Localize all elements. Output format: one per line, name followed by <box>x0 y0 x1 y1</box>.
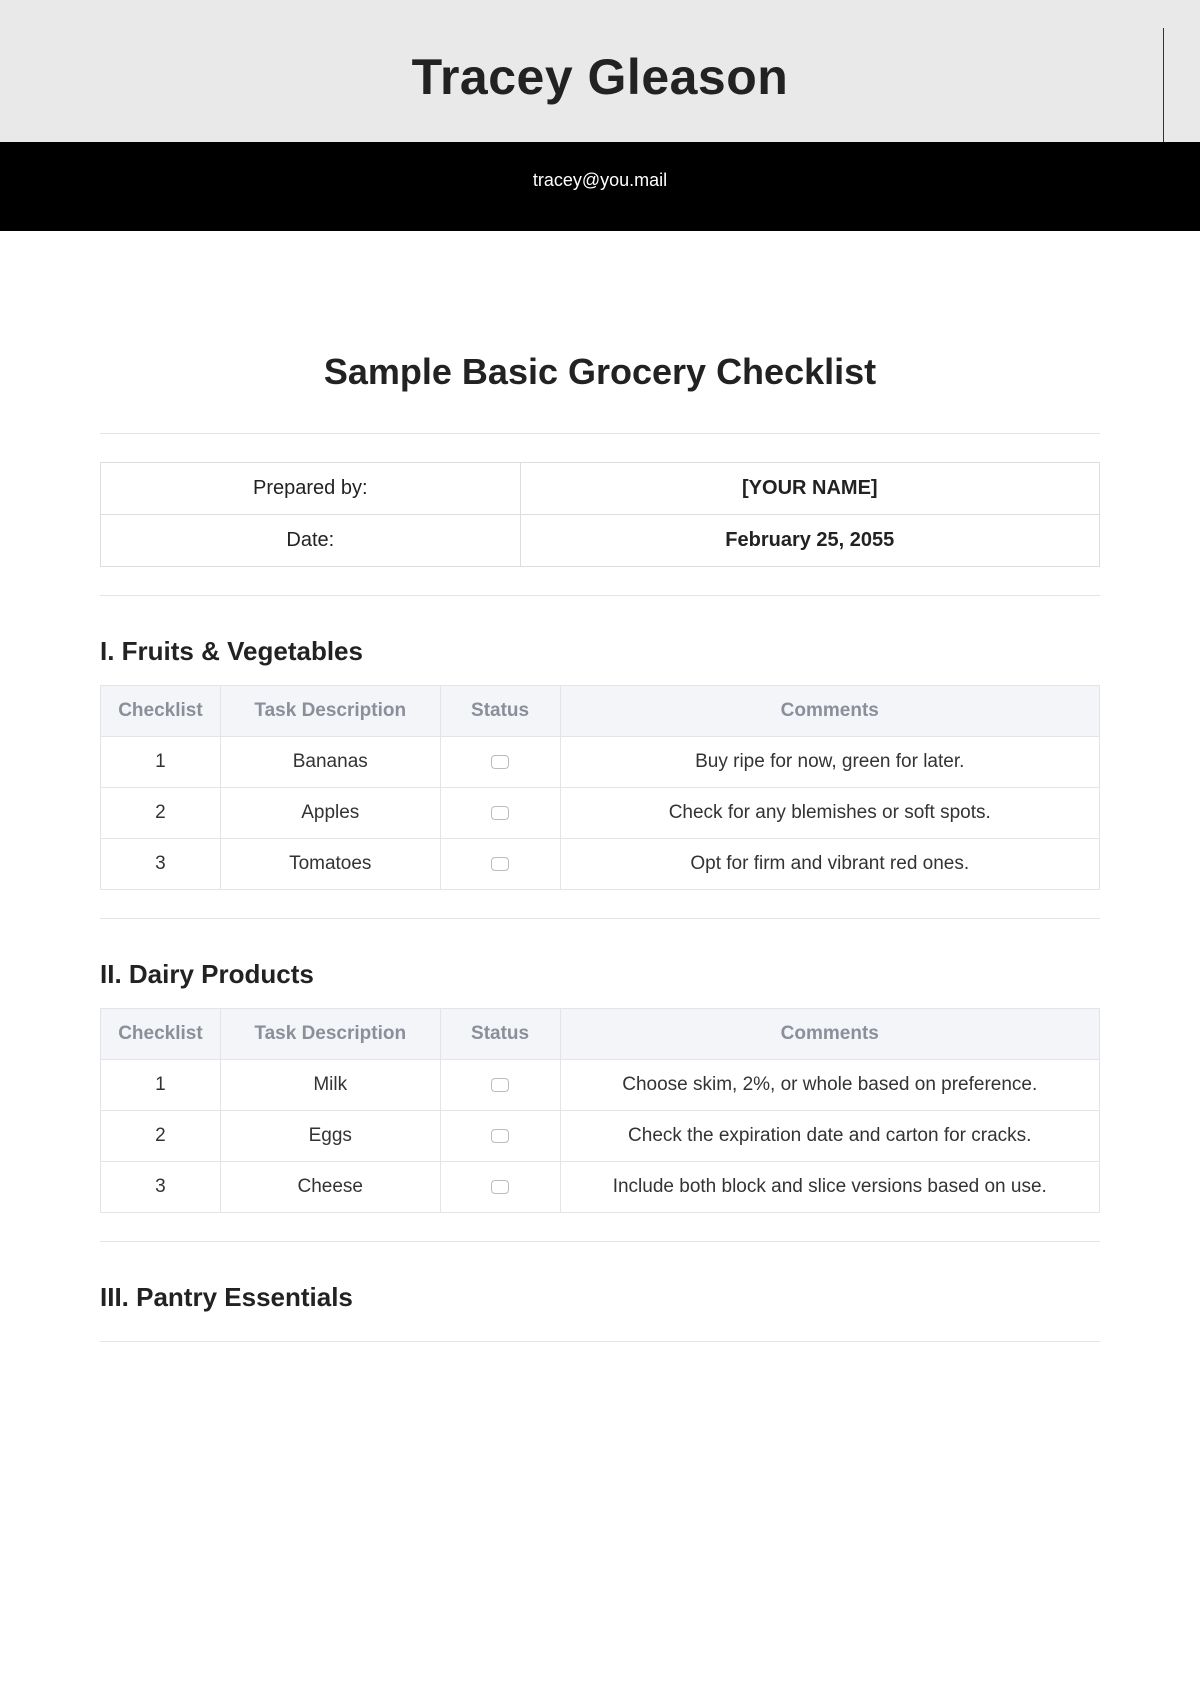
cell-checklist-number: 1 <box>101 1060 221 1111</box>
cell-comments: Check for any blemishes or soft spots. <box>560 788 1099 839</box>
cell-checklist-number: 1 <box>101 737 221 788</box>
author-name: Tracey Gleason <box>0 48 1200 106</box>
cell-comments: Check the expiration date and carton for… <box>560 1111 1099 1162</box>
cell-checklist-number: 3 <box>101 839 221 890</box>
divider <box>100 1341 1100 1342</box>
cell-status <box>440 1162 560 1213</box>
section-heading: I. Fruits & Vegetables <box>100 636 1100 667</box>
meta-value-prepared-by: [YOUR NAME] <box>520 463 1099 515</box>
document-body: Sample Basic Grocery Checklist Prepared … <box>0 351 1200 1430</box>
column-header-comments: Comments <box>560 1009 1099 1060</box>
status-checkbox[interactable] <box>491 1129 509 1143</box>
table-row: 1Bananas Buy ripe for now, green for late… <box>101 737 1100 788</box>
status-checkbox[interactable] <box>491 755 509 769</box>
cell-status <box>440 737 560 788</box>
cell-status <box>440 1060 560 1111</box>
table-row: 1Milk Choose skim, 2%, or whole based on … <box>101 1060 1100 1111</box>
cell-task-description: Eggs <box>220 1111 440 1162</box>
cell-comments: Buy ripe for now, green for later. <box>560 737 1099 788</box>
cell-checklist-number: 2 <box>101 788 221 839</box>
status-checkbox[interactable] <box>491 1078 509 1092</box>
checklist-table: ChecklistTask DescriptionStatusComments1… <box>100 685 1100 890</box>
table-row: 3Cheese Include both block and slice vers… <box>101 1162 1100 1213</box>
author-email: tracey@you.mail <box>533 170 667 190</box>
cell-task-description: Tomatoes <box>220 839 440 890</box>
table-row: 2Eggs Check the expiration date and carto… <box>101 1111 1100 1162</box>
cell-comments: Choose skim, 2%, or whole based on prefe… <box>560 1060 1099 1111</box>
table-row: 2Apples Check for any blemishes or soft s… <box>101 788 1100 839</box>
cell-task-description: Bananas <box>220 737 440 788</box>
cell-checklist-number: 3 <box>101 1162 221 1213</box>
status-checkbox[interactable] <box>491 857 509 871</box>
table-row: 3Tomatoes Opt for firm and vibrant red on… <box>101 839 1100 890</box>
column-header-status: Status <box>440 686 560 737</box>
meta-table: Prepared by: [YOUR NAME] Date: February … <box>100 462 1100 567</box>
cell-status <box>440 839 560 890</box>
header-top: Tracey Gleason <box>0 0 1200 142</box>
meta-row-prepared-by: Prepared by: [YOUR NAME] <box>101 463 1100 515</box>
meta-value-date: February 25, 2055 <box>520 515 1099 567</box>
divider <box>100 595 1100 596</box>
header-email-bar: tracey@you.mail <box>0 142 1200 231</box>
cell-checklist-number: 2 <box>101 1111 221 1162</box>
column-header-task: Task Description <box>220 1009 440 1060</box>
column-header-comments: Comments <box>560 686 1099 737</box>
cell-comments: Include both block and slice versions ba… <box>560 1162 1099 1213</box>
cell-comments: Opt for firm and vibrant red ones. <box>560 839 1099 890</box>
cell-task-description: Apples <box>220 788 440 839</box>
status-checkbox[interactable] <box>491 1180 509 1194</box>
column-header-status: Status <box>440 1009 560 1060</box>
cell-task-description: Cheese <box>220 1162 440 1213</box>
column-header-task: Task Description <box>220 686 440 737</box>
meta-label-prepared-by: Prepared by: <box>101 463 521 515</box>
section-heading: III. Pantry Essentials <box>100 1282 1100 1313</box>
cell-status <box>440 1111 560 1162</box>
divider <box>100 1241 1100 1242</box>
divider <box>100 433 1100 434</box>
divider <box>100 918 1100 919</box>
cell-status <box>440 788 560 839</box>
meta-label-date: Date: <box>101 515 521 567</box>
checklist-table: ChecklistTask DescriptionStatusComments1… <box>100 1008 1100 1213</box>
column-header-checklist: Checklist <box>101 686 221 737</box>
meta-row-date: Date: February 25, 2055 <box>101 515 1100 567</box>
section-heading: II. Dairy Products <box>100 959 1100 990</box>
column-header-checklist: Checklist <box>101 1009 221 1060</box>
document-title: Sample Basic Grocery Checklist <box>100 351 1100 393</box>
status-checkbox[interactable] <box>491 806 509 820</box>
cell-task-description: Milk <box>220 1060 440 1111</box>
